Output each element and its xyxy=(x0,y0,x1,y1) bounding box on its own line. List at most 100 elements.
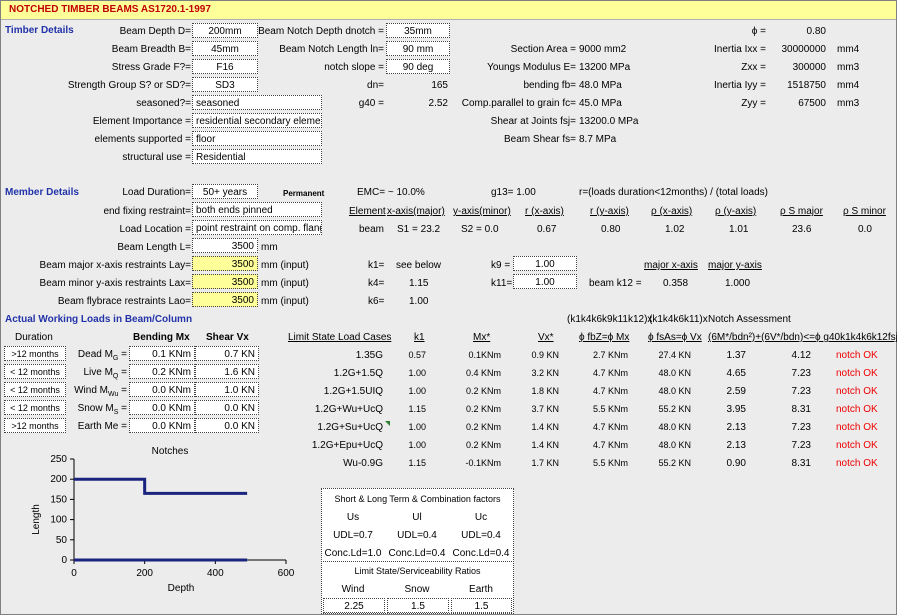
bending-mx-input[interactable]: 0.0 KNm xyxy=(129,382,195,397)
ixx-unit: mm4 xyxy=(837,44,860,55)
load-case-name: 1.2G+Epu+UcQ xyxy=(311,440,383,451)
bending-mx-input[interactable]: 0.2 KNm xyxy=(129,364,195,379)
load-case-vx: 1.4 KN xyxy=(531,440,559,450)
duration-button[interactable]: < 12 months xyxy=(4,400,66,415)
member-value: beam xyxy=(359,224,385,235)
load-label: Snow MS = xyxy=(77,403,127,416)
load-label: Dead MG = xyxy=(77,349,127,362)
shear-vx-input[interactable]: 0.0 KN xyxy=(195,418,259,433)
beam-length-unit: mm xyxy=(261,242,278,253)
stress-grade-input[interactable]: F16 xyxy=(192,59,258,74)
elements-supported-input[interactable]: floor xyxy=(192,131,322,146)
lay-input[interactable]: 3500 xyxy=(192,256,258,271)
youngs-modulus-label: Youngs Modulus E= xyxy=(487,62,576,73)
factors-title: Short & Long Term & Combination factors xyxy=(334,494,501,504)
notch-rhs: 4.12 xyxy=(791,350,811,361)
load-cases-header: Limit State Load Cases xyxy=(288,332,392,343)
load-case-k1: 1.00 xyxy=(408,368,426,378)
duration-button[interactable]: < 12 months xyxy=(4,382,66,397)
factor-conc: Conc.Ld=0.4 xyxy=(388,548,446,559)
duration-button[interactable]: >12 months xyxy=(4,418,66,433)
factor-header: Ul xyxy=(412,512,422,523)
load-case-vx: 1.4 KN xyxy=(531,422,559,432)
load-case-mx: -0.1KNm xyxy=(465,458,501,468)
end-fixing-input[interactable]: both ends pinned xyxy=(192,202,322,217)
shear-vx-input[interactable]: 0.0 KN xyxy=(195,400,259,415)
shear-joints-label: Shear at Joints fsj= xyxy=(490,116,576,127)
member-header: ρ S major xyxy=(780,206,823,217)
lao-input[interactable]: 3500 xyxy=(192,292,258,307)
member-header: y-axis(minor) xyxy=(453,206,511,217)
load-case-name: 1.35G xyxy=(355,350,383,361)
shear-vx-input[interactable]: 0.7 KN xyxy=(195,346,259,361)
notch-slope-input[interactable]: 90 deg xyxy=(386,59,450,74)
beam-depth-input[interactable]: 200mm xyxy=(192,23,258,38)
chart-x-tick-label: 0 xyxy=(71,568,77,579)
k1-label: k1= xyxy=(368,260,385,271)
ratio-earth-value[interactable]: 1.5 xyxy=(451,598,512,613)
k9-input[interactable]: 1.00 xyxy=(513,256,577,271)
structural-use-label: structural use = xyxy=(122,152,191,163)
load-duration-label: Load Duration= xyxy=(122,187,191,198)
load-case-k1: 1.00 xyxy=(408,440,426,450)
duration-button[interactable]: >12 months xyxy=(4,346,66,361)
chart-x-tick-label: 200 xyxy=(136,568,153,579)
load-case-vx: 3.7 KN xyxy=(531,404,559,414)
zyy-label: Zyy = xyxy=(741,98,766,109)
lax-input[interactable]: 3500 xyxy=(192,274,258,289)
ixx-value: 30000000 xyxy=(781,44,827,55)
shear-vx-input[interactable]: 1.0 KN xyxy=(195,382,259,397)
duration-button[interactable]: < 12 months xyxy=(4,364,66,379)
factor-udl: UDL=0.7 xyxy=(333,530,373,541)
notch-lhs: 4.65 xyxy=(726,368,746,379)
element-importance-input[interactable]: residential secondary element xyxy=(192,113,322,128)
ratios-title: Limit State/Serviceability Ratios xyxy=(354,566,481,576)
notch-lhs: 3.95 xyxy=(726,404,746,415)
working-loads-heading: Actual Working Loads in Beam/Column xyxy=(5,314,193,325)
beam-length-input[interactable]: 3500 xyxy=(192,238,258,253)
bending-mx-input[interactable]: 0.1 KNm xyxy=(129,346,195,361)
notch-depth-input[interactable]: 35mm xyxy=(386,23,450,38)
bending-header: Bending Mx xyxy=(133,332,190,343)
k6-value: 1.00 xyxy=(409,296,429,307)
load-case-name: 1.2G+Su+UcQ xyxy=(317,422,383,433)
k9-label: k9 = xyxy=(491,260,511,271)
section-area-label: Section Area = xyxy=(510,44,576,55)
shear-header: Shear Vx xyxy=(206,332,249,343)
load-case-k1: 1.15 xyxy=(408,404,426,414)
load-duration-input[interactable]: 50+ years xyxy=(192,184,258,199)
k4-label: k4= xyxy=(368,278,385,289)
notch-status: notch OK xyxy=(836,458,878,469)
load-label-text: Dead M xyxy=(77,349,113,360)
shear-vx-input[interactable]: 1.6 KN xyxy=(195,364,259,379)
notches-chart: 0 50 100 150 200 250 0 200 400 600 Notches Depth Len… xyxy=(31,446,295,594)
zxx-value: 300000 xyxy=(792,62,826,73)
k1-value: see below xyxy=(396,260,442,271)
phi-label: ϕ = xyxy=(751,26,766,37)
member-value: 23.6 xyxy=(792,224,812,235)
beam-depth-label: Beam Depth D= xyxy=(119,26,191,37)
ratio-wind-value[interactable]: 2.25 xyxy=(323,598,385,613)
duration-header: Duration xyxy=(15,332,53,343)
notch-status: notch OK xyxy=(836,440,878,451)
bending-mx-input[interactable]: 0.0 KNm xyxy=(129,418,195,433)
load-location-input[interactable]: point restraint on comp. flange xyxy=(192,220,322,235)
k1-header: k1 xyxy=(414,332,425,343)
ratio-snow-value[interactable]: 1.5 xyxy=(387,598,449,613)
load-case-phi-vx: 48.0 KN xyxy=(658,422,691,432)
structural-use-input[interactable]: Residential xyxy=(192,149,322,164)
notch-length-input[interactable]: 90 mm xyxy=(386,41,450,56)
r-definition: r=(loads duration<12months) / (total loa… xyxy=(579,187,768,198)
member-value: 1.02 xyxy=(665,224,685,235)
chart-y-tick-label: 0 xyxy=(61,555,67,566)
g13-text: g13= 1.00 xyxy=(491,187,536,198)
bending-mx-input[interactable]: 0.0 KNm xyxy=(129,400,195,415)
load-case-phi-vx: 55.2 KN xyxy=(658,458,691,468)
k11-input[interactable]: 1.00 xyxy=(513,274,577,289)
load-subscript: Q xyxy=(112,373,119,380)
strength-group-input[interactable]: SD3 xyxy=(192,77,258,92)
k12-minor-header: major y-axis xyxy=(708,260,762,271)
beam-breadth-input[interactable]: 45mm xyxy=(192,41,258,56)
chart-x-tick-label: 400 xyxy=(207,568,224,579)
dn-value: 165 xyxy=(431,80,448,91)
